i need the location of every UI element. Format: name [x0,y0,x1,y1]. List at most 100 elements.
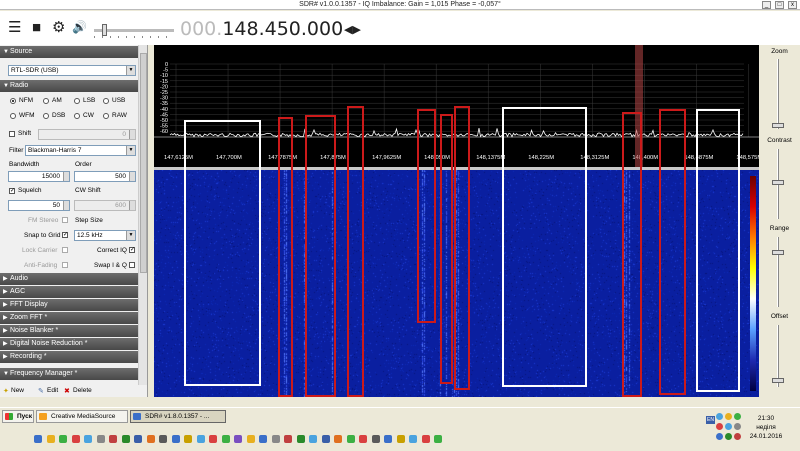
quick-launch-icon[interactable] [321,435,330,443]
mode-radio-dsb[interactable] [43,113,49,119]
mode-radio-wfm[interactable] [10,113,16,119]
waterfall-display[interactable] [154,169,759,397]
quick-launch-icon[interactable] [46,435,55,443]
source-select[interactable]: RTL-SDR (USB) ▼ [8,65,136,76]
usb-icon[interactable] [716,433,723,440]
mode-radio-nfm[interactable] [10,98,16,104]
fm-stereo-checkbox[interactable] [62,217,68,223]
shift-checkbox[interactable] [9,131,15,137]
maximize-button[interactable]: □ [775,1,784,9]
menu-icon[interactable]: ☰ [8,20,21,35]
snap-to-grid-checkbox[interactable]: ✓ [62,232,68,238]
task-creative-mediasource[interactable]: Creative MediaSource [36,410,128,423]
shift-input[interactable]: 0 [38,129,136,140]
quick-launch-icon[interactable] [271,435,280,443]
mode-radio-cw[interactable] [74,113,80,119]
antivirus-icon[interactable] [725,433,732,440]
quick-launch-icon[interactable] [221,435,230,443]
quick-launch-icon[interactable] [371,435,380,443]
quick-launch-icon[interactable] [359,435,367,443]
radio-section-header[interactable]: ▼ Radio [0,80,138,92]
mode-radio-am[interactable] [43,98,49,104]
quick-launch-icon[interactable] [421,435,430,443]
spectrum-waterfall-divider[interactable] [154,167,759,170]
quick-launch-icon[interactable] [284,435,292,443]
shield-icon[interactable] [725,413,732,420]
digital-noise-reduction-section-header[interactable]: ▶ Digital Noise Reduction * [0,338,138,350]
quick-launch-icon[interactable] [346,435,355,443]
quick-launch-icon[interactable] [109,435,117,443]
minimize-button[interactable]: _ [762,1,771,9]
range-slider-track[interactable] [777,237,779,307]
system-clock[interactable]: 21:30 неділя 24.01.2016 [736,414,796,441]
agc-section-header[interactable]: ▶ AGC [0,286,138,298]
order-input[interactable]: 500 [74,171,136,182]
new-button[interactable]: New [11,387,24,395]
recording-section-header[interactable]: ▶ Recording * [0,351,138,363]
quick-launch-icon[interactable] [396,435,405,443]
contrast-slider-thumb[interactable] [772,180,784,185]
quick-launch-icon[interactable] [34,435,42,443]
left-panel-scrollbar[interactable] [138,45,147,385]
quick-launch-icon[interactable] [171,435,180,443]
offset-slider-thumb[interactable] [772,378,784,383]
quick-launch-icon[interactable] [384,435,392,443]
task-sdrsharp[interactable]: SDR# v1.8.0.1357 - ... [130,410,226,423]
zoom-slider-track[interactable] [777,59,779,129]
stop-icon[interactable]: ■ [32,20,41,35]
zoom-fft-section-header[interactable]: ▶ Zoom FFT * [0,312,138,324]
quick-launch-icon[interactable] [246,435,255,443]
zoom-slider-thumb[interactable] [772,123,784,128]
correct-iq-checkbox[interactable]: ✓ [129,247,135,253]
frequency-display[interactable]: 000.148.450.000 [180,18,343,40]
start-button[interactable]: Пуск [2,410,34,423]
delete-button[interactable]: Delete [73,387,92,395]
cw-shift-input[interactable]: 600 [74,200,136,211]
quick-launch-icon[interactable] [84,435,92,443]
quick-launch-icon[interactable] [334,435,342,443]
audio-section-header[interactable]: ▶ Audio [0,273,138,285]
squelch-checkbox[interactable]: ✓ [9,188,15,194]
lock-carrier-checkbox[interactable] [62,247,68,253]
squelch-input[interactable]: 50 [8,200,70,211]
noise-blanker-section-header[interactable]: ▶ Noise Blanker * [0,325,138,337]
frequency-manager-section-header[interactable]: ▼ Frequency Manager * [0,368,138,380]
mode-radio-usb[interactable] [103,98,109,104]
source-section-header[interactable]: ▼ Source [0,46,138,58]
spectrum-analyzer[interactable]: 0 -5 -10 -15 -20 -25 -30 -35 -40 -45 -50 -55 -60 147… [154,45,759,169]
filter-select[interactable]: Blackman-Harris 7 ▼ [25,145,136,156]
alert-icon[interactable] [716,423,723,430]
quick-launch-icon[interactable] [96,435,105,443]
anti-fading-checkbox[interactable] [62,262,68,268]
quick-launch-icon[interactable] [159,435,167,443]
quick-launch-icon[interactable] [296,435,305,443]
quick-launch-icon[interactable] [134,435,142,443]
speaker-icon[interactable]: 🔊 [72,20,87,35]
mode-radio-raw[interactable] [103,113,109,119]
bandwidth-input[interactable]: 15000 [8,171,70,182]
close-button[interactable]: x [788,1,797,9]
gear-icon[interactable]: ⚙ [52,20,65,35]
quick-launch-icon[interactable] [409,435,417,443]
language-indicator[interactable]: EN [706,416,715,424]
tuned-channel-marker[interactable] [635,45,643,169]
range-slider-thumb[interactable] [772,250,784,255]
quick-launch-icon[interactable] [234,435,242,443]
volume-slider-thumb[interactable] [102,24,107,36]
swap-iq-checkbox[interactable] [129,262,135,268]
quick-launch-icon[interactable] [309,435,317,443]
quick-launch-icon[interactable] [146,435,155,443]
mode-radio-lsb[interactable] [74,98,80,104]
fft-display-section-header[interactable]: ▶ FFT Display [0,299,138,311]
quick-launch-icon[interactable] [259,435,267,443]
step-size-select[interactable]: 12.5 kHz ▼ [74,230,136,241]
quick-launch-icon[interactable] [196,435,205,443]
tune-arrows-icon[interactable]: ◀▶ [344,23,361,36]
scrollbar-thumb[interactable] [140,53,147,273]
edit-button[interactable]: Edit [47,387,58,395]
bluetooth-icon[interactable] [725,423,732,430]
quick-launch-icon[interactable] [121,435,130,443]
network-icon[interactable] [716,413,723,420]
quick-launch-icon[interactable] [59,435,67,443]
quick-launch-icon[interactable] [434,435,442,443]
